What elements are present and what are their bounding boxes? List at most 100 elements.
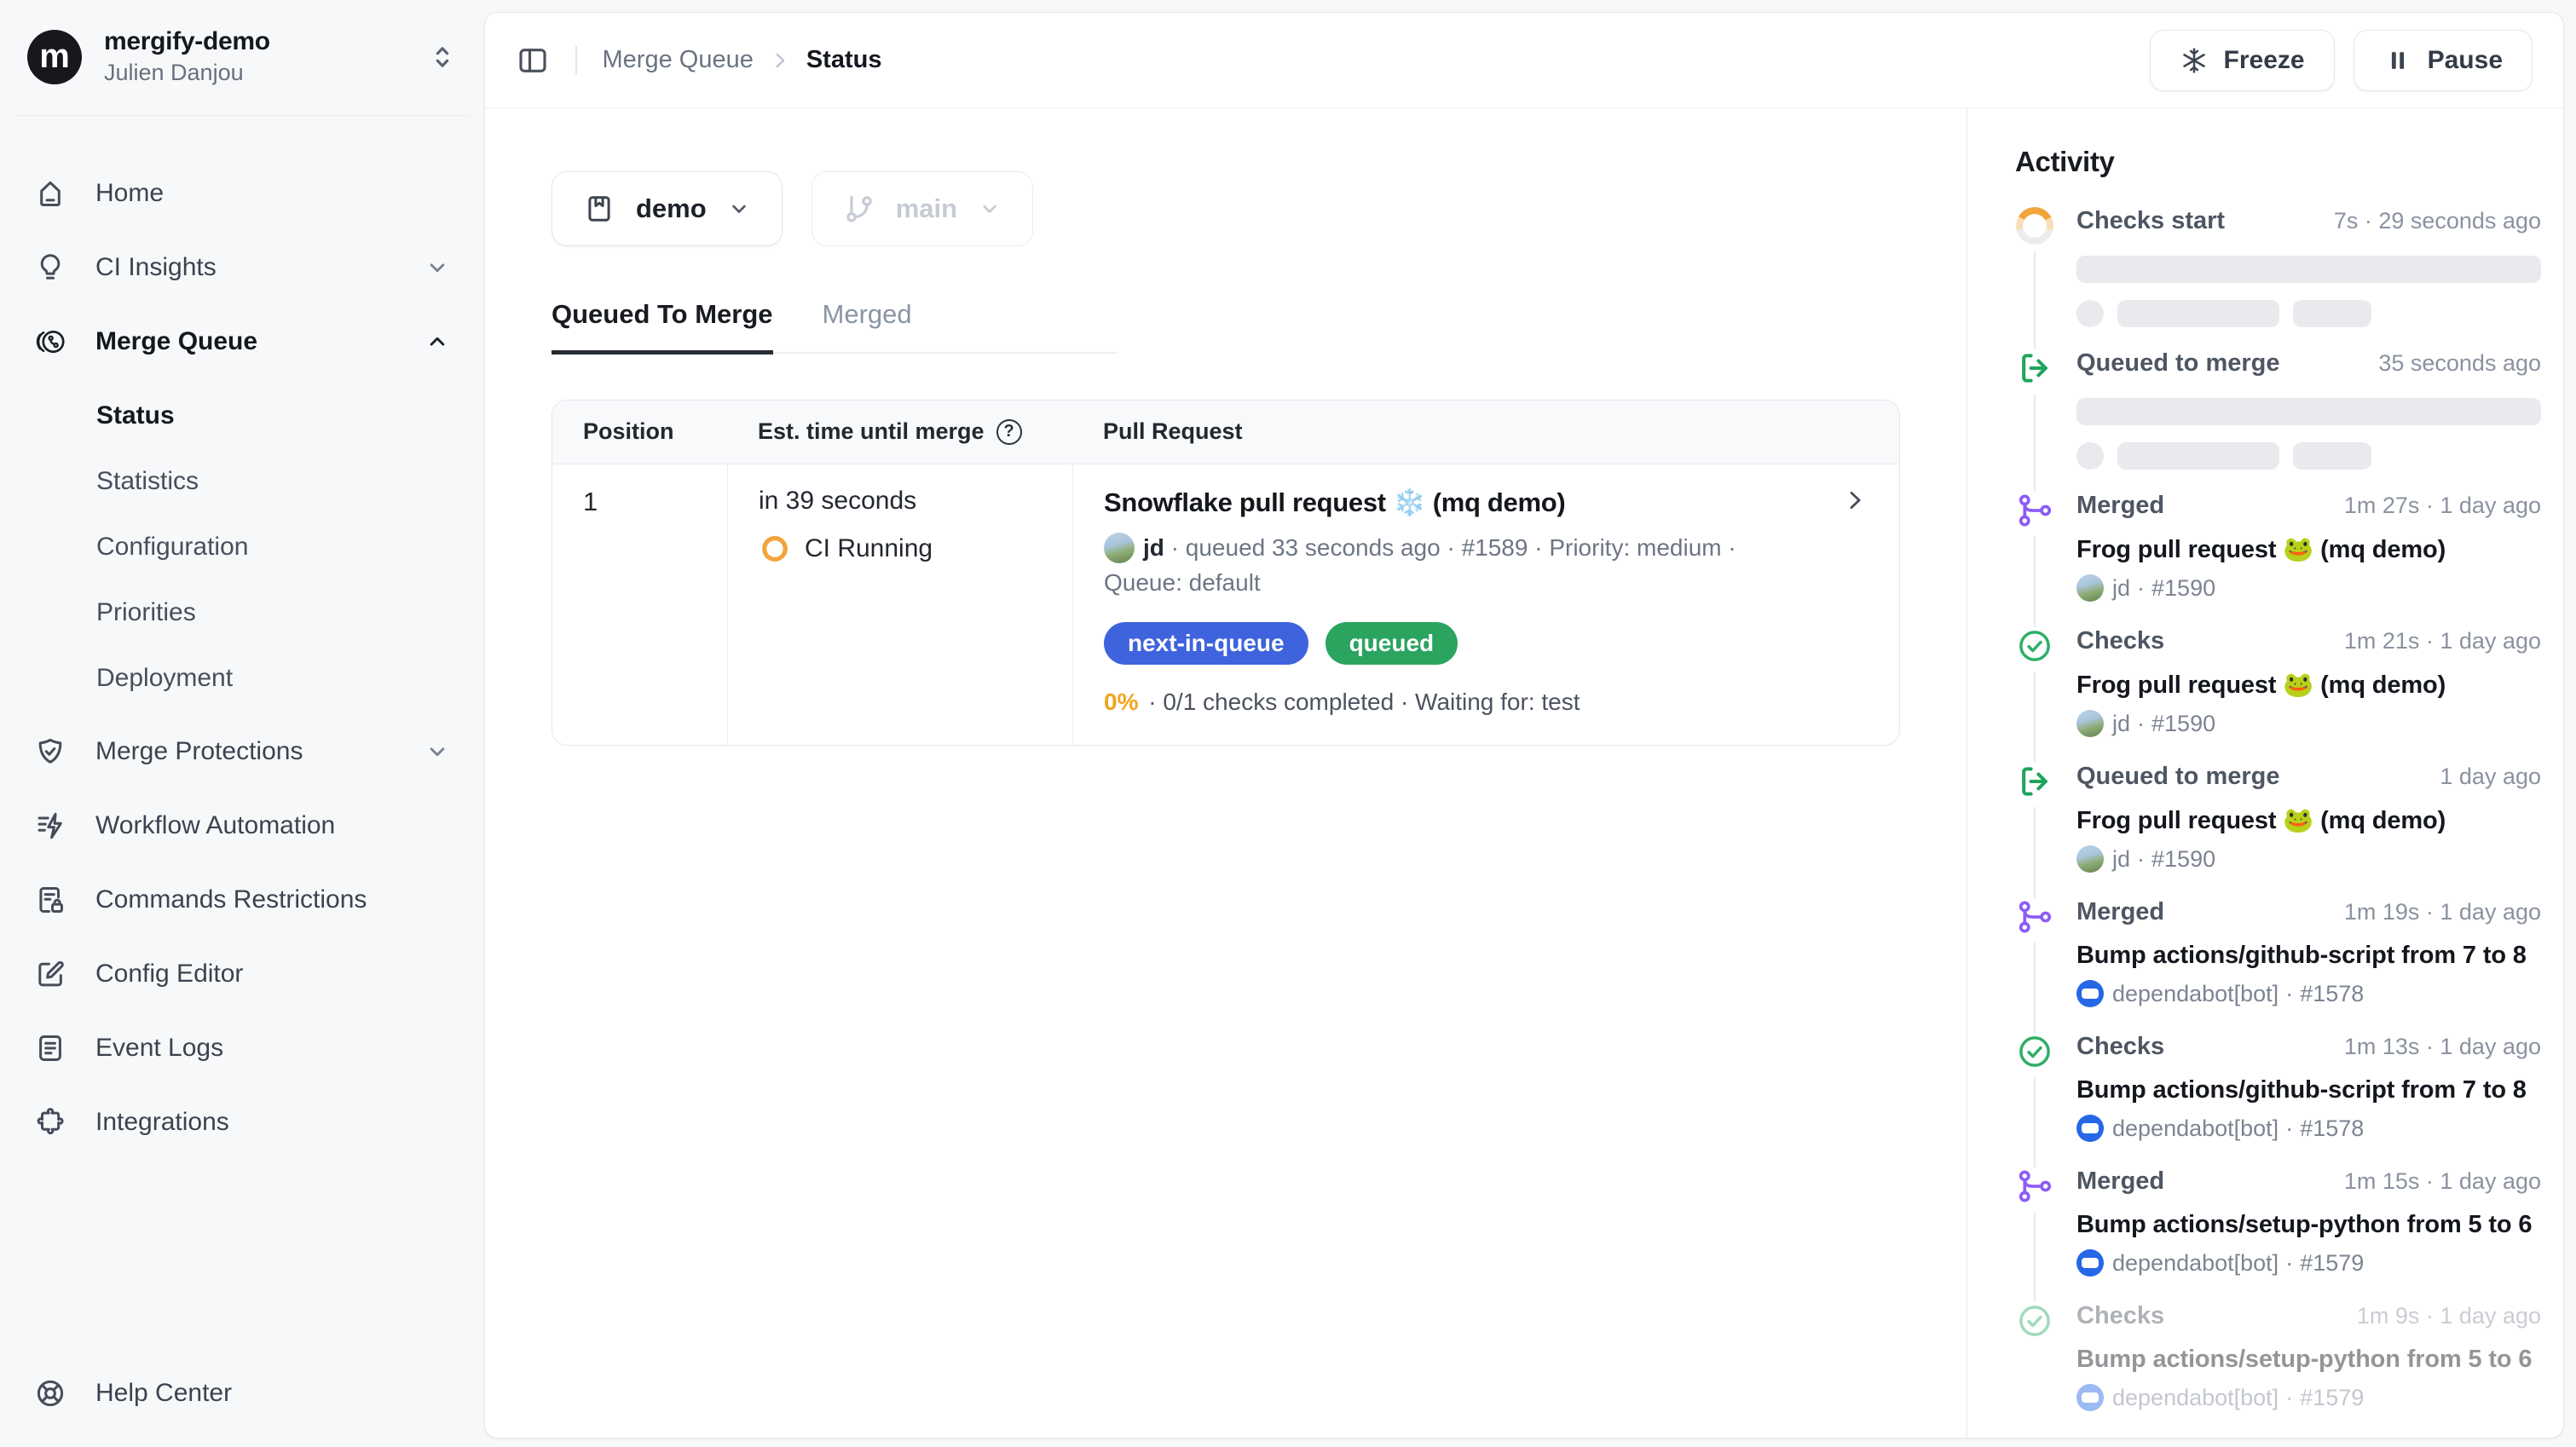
activity-pr-title[interactable]: Bump actions/setup-python from 5 to 6 [2076, 1211, 2541, 1239]
skeleton-bar [2293, 300, 2371, 327]
activity-item[interactable]: Queued to merge35 seconds ago [2015, 349, 2541, 492]
activity-item[interactable]: Checks1m 13s · 1 day agoBump actions/git… [2015, 1033, 2541, 1167]
activity-pr-number[interactable]: #1590 [2151, 711, 2215, 737]
activity-icon-column [2015, 1302, 2054, 1437]
activity-pr-number[interactable]: #1590 [2151, 575, 2215, 602]
sidebar-item-status[interactable]: Status [14, 383, 471, 448]
event-logs-icon [34, 1032, 66, 1064]
pr-author-avatar [1104, 533, 1135, 563]
sidebar-footer: Help Center [14, 1360, 471, 1427]
sidebar-item-home[interactable]: Home [14, 160, 471, 227]
activity-pr-title[interactable]: Frog pull request 🐸 (mq demo) [2076, 806, 2541, 835]
activity-pr-author: jd·#1590 [2076, 574, 2541, 602]
badge-queued: queued [1326, 622, 1458, 665]
chevron-down-icon [425, 739, 450, 764]
activity-item[interactable]: Merged1m 27s · 1 day agoFrog pull reques… [2015, 492, 2541, 627]
pr-progress: 0% · 0/1 checks completed · Waiting for:… [1104, 689, 1868, 716]
sidebar-item-ci-insights[interactable]: CI Insights [14, 234, 471, 301]
sidebar-item-commands-restrictions[interactable]: Commands Restrictions [14, 867, 471, 933]
activity-author-avatar [2076, 1249, 2104, 1277]
commands-icon [34, 884, 66, 916]
activity-pr-title[interactable]: Bump actions/github-script from 7 to 8 [2076, 942, 2541, 970]
pr-author: jd [1143, 534, 1164, 561]
git-merge-icon [2016, 1167, 2053, 1205]
sidebar-item-merge-protections[interactable]: Merge Protections [14, 718, 471, 785]
merge-queue-icon [34, 326, 66, 358]
snowflake-icon [2180, 46, 2209, 75]
activity-event-title: Checks [2076, 1033, 2164, 1061]
sidebar-item-label: Event Logs [95, 1034, 223, 1063]
activity-event-title: Checks start [2076, 207, 2225, 235]
activity-pr-number[interactable]: #1579 [2300, 1385, 2364, 1411]
activity-icon-column [2015, 1167, 2054, 1302]
repo-selector-value: demo [636, 193, 707, 224]
main-card: Merge Queue Status Freeze Pause [484, 12, 2564, 1438]
org-info: mergify-demo Julien Danjou [104, 27, 270, 86]
skeleton-row [2076, 300, 2541, 327]
repo-selector[interactable]: demo [552, 171, 783, 246]
sidebar-item-merge-queue[interactable]: Merge Queue [14, 308, 471, 375]
cell-position: 1 [552, 464, 727, 746]
activity-item[interactable]: Queued to merge1 day agoFrog pull reques… [2015, 763, 2541, 898]
activity-event-time: 35 seconds ago [2378, 350, 2541, 377]
pause-icon [2383, 46, 2412, 75]
sidebar-item-workflow-automation[interactable]: Workflow Automation [14, 793, 471, 859]
activity-pr-number[interactable]: #1590 [2151, 846, 2215, 873]
column-header-eta: Est. time until merge ? [727, 418, 1072, 445]
shield-check-icon [34, 735, 66, 768]
activity-icon-column [2015, 207, 2054, 349]
queue-tabs: Queued To Merge Merged [552, 299, 1117, 354]
sidebar-item-priorities[interactable]: Priorities [14, 579, 471, 645]
activity-item[interactable]: Checks start7s · 29 seconds ago [2015, 207, 2541, 349]
sidebar-item-help-center[interactable]: Help Center [14, 1360, 471, 1427]
tab-queued-to-merge[interactable]: Queued To Merge [552, 299, 773, 355]
sidebar-toggle-icon[interactable] [516, 43, 550, 78]
pr-title[interactable]: Snowflake pull request ❄️ (mq demo) [1104, 487, 1565, 518]
activity-item[interactable]: Merged1m 19s · 1 day agoBump actions/git… [2015, 898, 2541, 1033]
activity-pr-author: dependabot[bot]·#1579 [2076, 1249, 2541, 1277]
sidebar-item-configuration[interactable]: Configuration [14, 514, 471, 579]
activity-item[interactable]: Checks1m 21s · 1 day agoFrog pull reques… [2015, 627, 2541, 763]
sidebar-item-deployment[interactable]: Deployment [14, 645, 471, 711]
activity-icon-column [2015, 627, 2054, 763]
help-circle-icon[interactable]: ? [996, 419, 1022, 445]
activity-pr-title[interactable]: Frog pull request 🐸 (mq demo) [2076, 535, 2541, 564]
activity-author-avatar [2076, 1384, 2104, 1411]
sidebar-item-config-editor[interactable]: Config Editor [14, 941, 471, 1007]
freeze-button[interactable]: Freeze [2150, 30, 2335, 91]
workflow-icon [34, 810, 66, 842]
sidebar-item-integrations[interactable]: Integrations [14, 1089, 471, 1156]
sidebar-item-statistics[interactable]: Statistics [14, 448, 471, 514]
sidebar-item-event-logs[interactable]: Event Logs [14, 1015, 471, 1081]
queue-table-row[interactable]: 1in 39 secondsCI RunningSnowflake pull r… [552, 464, 1899, 746]
pause-button[interactable]: Pause [2354, 30, 2533, 91]
queue-table: Position Est. time until merge ? Pull Re… [552, 400, 1900, 747]
main-column: demo main Queued To Merge Merged Po [485, 108, 1967, 1438]
activity-item[interactable]: Merged1m 15s · 1 day agoBump actions/set… [2015, 1167, 2541, 1302]
tab-merged[interactable]: Merged [823, 299, 912, 352]
activity-item[interactable]: Checks1m 9s · 1 day agoBump actions/setu… [2015, 1302, 2541, 1437]
activity-pr-number[interactable]: #1578 [2300, 981, 2364, 1007]
activity-pr-title[interactable]: Bump actions/github-script from 7 to 8 [2076, 1076, 2541, 1104]
chevron-right-icon [769, 49, 791, 72]
sidebar-nav: Home CI Insights Merge Queue StatusStatisti… [14, 160, 471, 1156]
selectors-row: demo main [552, 171, 1900, 246]
check-circle-icon [2016, 1302, 2053, 1340]
chevrons-up-down-icon[interactable] [428, 43, 457, 72]
branch-selector[interactable]: main [811, 171, 1033, 246]
breadcrumb-section[interactable]: Merge Queue [603, 46, 754, 74]
pr-meta-text: · queued 33 seconds ago · #1589 · Priori… [1171, 534, 1736, 561]
activity-icon-column [2015, 1033, 2054, 1167]
pr-queue-name: Queue: default [1104, 569, 1261, 596]
branch-selector-value: main [896, 193, 957, 224]
org-switcher[interactable]: m mergify-demo Julien Danjou [14, 20, 471, 116]
activity-author-name: jd [2112, 846, 2130, 873]
repo-book-icon [583, 193, 615, 225]
activity-pr-title[interactable]: Frog pull request 🐸 (mq demo) [2076, 671, 2541, 700]
activity-pr-title[interactable]: Bump actions/setup-python from 5 to 6 [2076, 1346, 2541, 1374]
chevron-right-icon[interactable] [1841, 487, 1868, 514]
activity-pr-number[interactable]: #1579 [2300, 1250, 2364, 1277]
activity-pr-number[interactable]: #1578 [2300, 1116, 2364, 1142]
home-icon [34, 177, 66, 210]
activity-event-time: 1m 27s · 1 day ago [2344, 493, 2541, 519]
